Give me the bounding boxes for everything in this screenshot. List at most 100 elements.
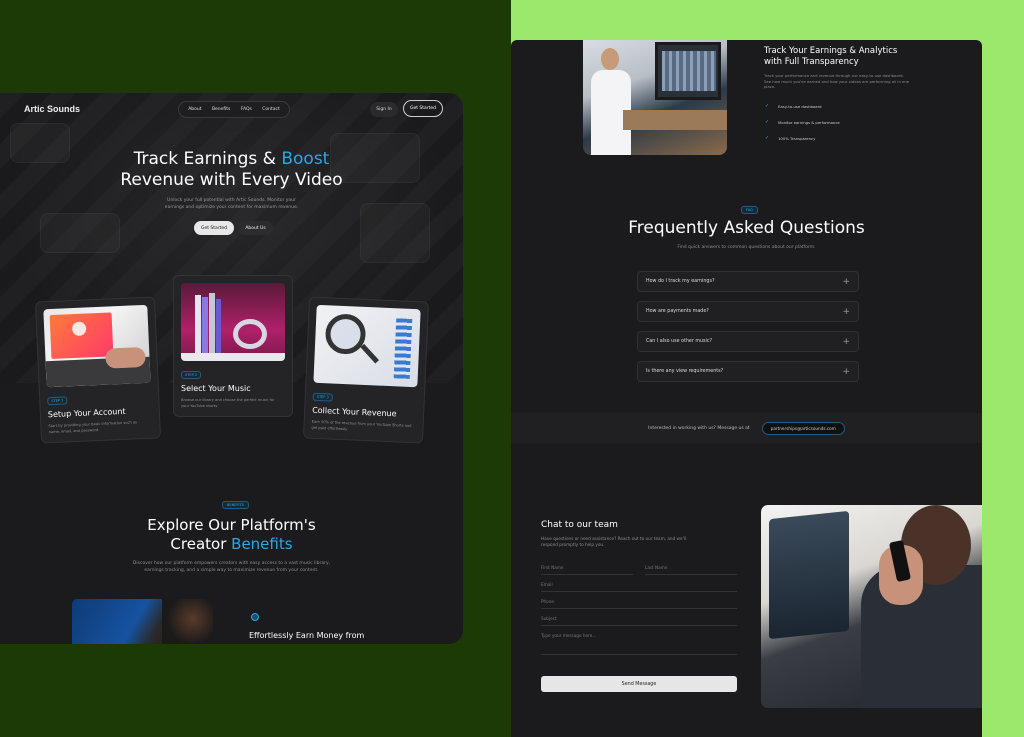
headphones-icon	[233, 319, 267, 349]
send-message-button[interactable]: Send Message	[541, 676, 737, 692]
money-icon	[251, 613, 259, 621]
benefits-title-line1: Explore Our Platform's	[147, 516, 316, 534]
benefits-title-line2: Creator	[170, 535, 232, 553]
landing-page-top: Artic Sounds About Benefits FAQs Contact…	[0, 93, 463, 644]
last-name-field[interactable]: Last Name	[645, 565, 737, 575]
plus-icon[interactable]: +	[842, 307, 850, 317]
step-badge: STEP 3	[312, 392, 333, 402]
plus-icon[interactable]: +	[842, 367, 850, 377]
monitor	[655, 42, 721, 100]
benefits-title: Explore Our Platform's Creator Benefits	[0, 516, 463, 554]
subject-field[interactable]: Subject	[541, 616, 737, 626]
hero-title-accent: Boost	[281, 149, 330, 169]
step-title: Collect Your Revenue	[311, 405, 397, 419]
sign-in-button[interactable]: Sign In	[370, 102, 398, 117]
faq-question: How do I track my earnings?	[646, 279, 715, 284]
chart-strip	[393, 318, 413, 379]
first-name-field[interactable]: First Name	[541, 565, 633, 575]
hero-bg-shape	[40, 213, 120, 253]
partner-text: Interested in working with us? Message u…	[648, 425, 750, 431]
step-card-2: STEP 2 Select Your Music Browse our libr…	[173, 275, 293, 417]
main-nav: About Benefits FAQs Contact	[178, 101, 290, 118]
check-icon: ✓	[765, 135, 770, 141]
check-icon: ✓	[765, 119, 770, 125]
magnifier-handle	[360, 343, 379, 364]
chat-description: Have questions or need assistance? Reach…	[541, 536, 687, 548]
support-person-image	[761, 505, 982, 708]
partner-bar: Interested in working with us? Message u…	[511, 413, 982, 443]
feature-label: 100% Transparency	[778, 135, 816, 141]
faq-question: How are payments made?	[646, 309, 709, 314]
hero-title: Track Earnings & Boost Revenue with Ever…	[0, 149, 463, 191]
phone-field[interactable]: Phone	[541, 599, 737, 609]
nav-get-started-button[interactable]: Get Started	[403, 100, 443, 117]
hero-subtitle: Unlock your full potential with Artic So…	[164, 198, 299, 210]
book	[195, 295, 201, 353]
analytics-description: Track your performance and revenue throu…	[764, 73, 910, 90]
faq-badge: FAQ	[741, 206, 758, 214]
nav-about[interactable]: About	[188, 107, 201, 112]
benefits-badge: BENEFITS	[222, 501, 249, 509]
plus-icon[interactable]: +	[842, 277, 850, 287]
benefit-title: Effortlessly Earn Money from	[249, 631, 365, 640]
book	[209, 293, 215, 353]
faq-title: Frequently Asked Questions	[628, 218, 865, 238]
faq-item[interactable]: How are payments made? +	[637, 301, 859, 322]
analytics-title-line1: Track Your Earnings & Analytics	[764, 46, 898, 56]
books-headphones-image	[181, 283, 285, 361]
desk	[623, 110, 727, 130]
faq-question: Is there any view requirements?	[646, 369, 724, 374]
hero-get-started-button[interactable]: Get Started	[194, 221, 234, 235]
faq-item[interactable]: Is there any view requirements? +	[637, 361, 859, 382]
magnifier-report-image	[313, 304, 421, 388]
hand-typing	[105, 346, 146, 369]
chat-title: Chat to our team	[541, 520, 618, 530]
laptop-login-image	[43, 304, 151, 388]
step-card-3: STEP 3 Collect Your Revenue Earn 50% of …	[302, 296, 430, 444]
feature-check: ✓ Monitor earnings & performance	[765, 119, 840, 125]
hero-title-line2: Revenue with Every Video	[120, 170, 343, 190]
step-card-1: STEP 1 Setup Your Account Start by provi…	[34, 296, 162, 444]
step-desc: Earn 50% of the revenue from your YouTub…	[311, 419, 412, 431]
feature-check: ✓ Easy-to-use dashboard	[765, 103, 822, 109]
step-title: Select Your Music	[181, 384, 251, 393]
benefits-title-accent: Benefits	[231, 535, 293, 553]
step-desc: Browse our library and choose the perfec…	[181, 398, 275, 408]
nav-contact[interactable]: Contact	[262, 107, 280, 112]
book	[216, 299, 221, 353]
check-icon: ✓	[765, 103, 770, 109]
step-desc: Start by providing your basic informatio…	[48, 420, 138, 434]
partner-email-link[interactable]: partnerships@articsounds.com	[761, 421, 845, 435]
feature-check: ✓ 100% Transparency	[765, 135, 815, 141]
person-silhouette	[162, 599, 213, 644]
monitor-chart	[662, 51, 716, 91]
laptop-screen	[769, 510, 849, 640]
hero-bg-shape	[360, 203, 430, 263]
faq-question: Can I also use other music?	[646, 339, 713, 344]
message-field[interactable]: Type your message here...	[541, 633, 737, 655]
step-badge: STEP 1	[47, 396, 68, 406]
book	[202, 297, 208, 353]
faq-subtitle: Find quick answers to common questions a…	[677, 245, 816, 250]
brand-logo[interactable]: Artic Sounds	[24, 104, 80, 114]
feature-label: Monitor earnings & performance	[778, 119, 840, 125]
shelf	[181, 353, 285, 361]
feature-label: Easy-to-use dashboard	[778, 103, 822, 109]
email-field[interactable]: Email	[541, 582, 737, 592]
laptop-screen	[49, 312, 114, 360]
faq-item[interactable]: How do I track my earnings? +	[637, 271, 859, 292]
hero-about-us-button[interactable]: About Us	[238, 221, 273, 235]
hero-title-part: Track Earnings &	[133, 149, 282, 169]
nav-faqs[interactable]: FAQs	[241, 107, 252, 112]
analytics-title-line2: with Full Transparency	[764, 57, 859, 67]
benefit-image	[72, 599, 213, 644]
person-head	[601, 48, 619, 70]
step-title: Setup Your Account	[47, 406, 126, 420]
analytics-title: Track Your Earnings & Analytics with Ful…	[764, 46, 897, 68]
nav-benefits[interactable]: Benefits	[212, 107, 230, 112]
benefits-subtitle: Discover how our platform empowers creat…	[132, 561, 331, 573]
analytics-image	[583, 40, 727, 155]
plus-icon[interactable]: +	[842, 337, 850, 347]
faq-item[interactable]: Can I also use other music? +	[637, 331, 859, 352]
magnifier-icon	[324, 313, 367, 355]
